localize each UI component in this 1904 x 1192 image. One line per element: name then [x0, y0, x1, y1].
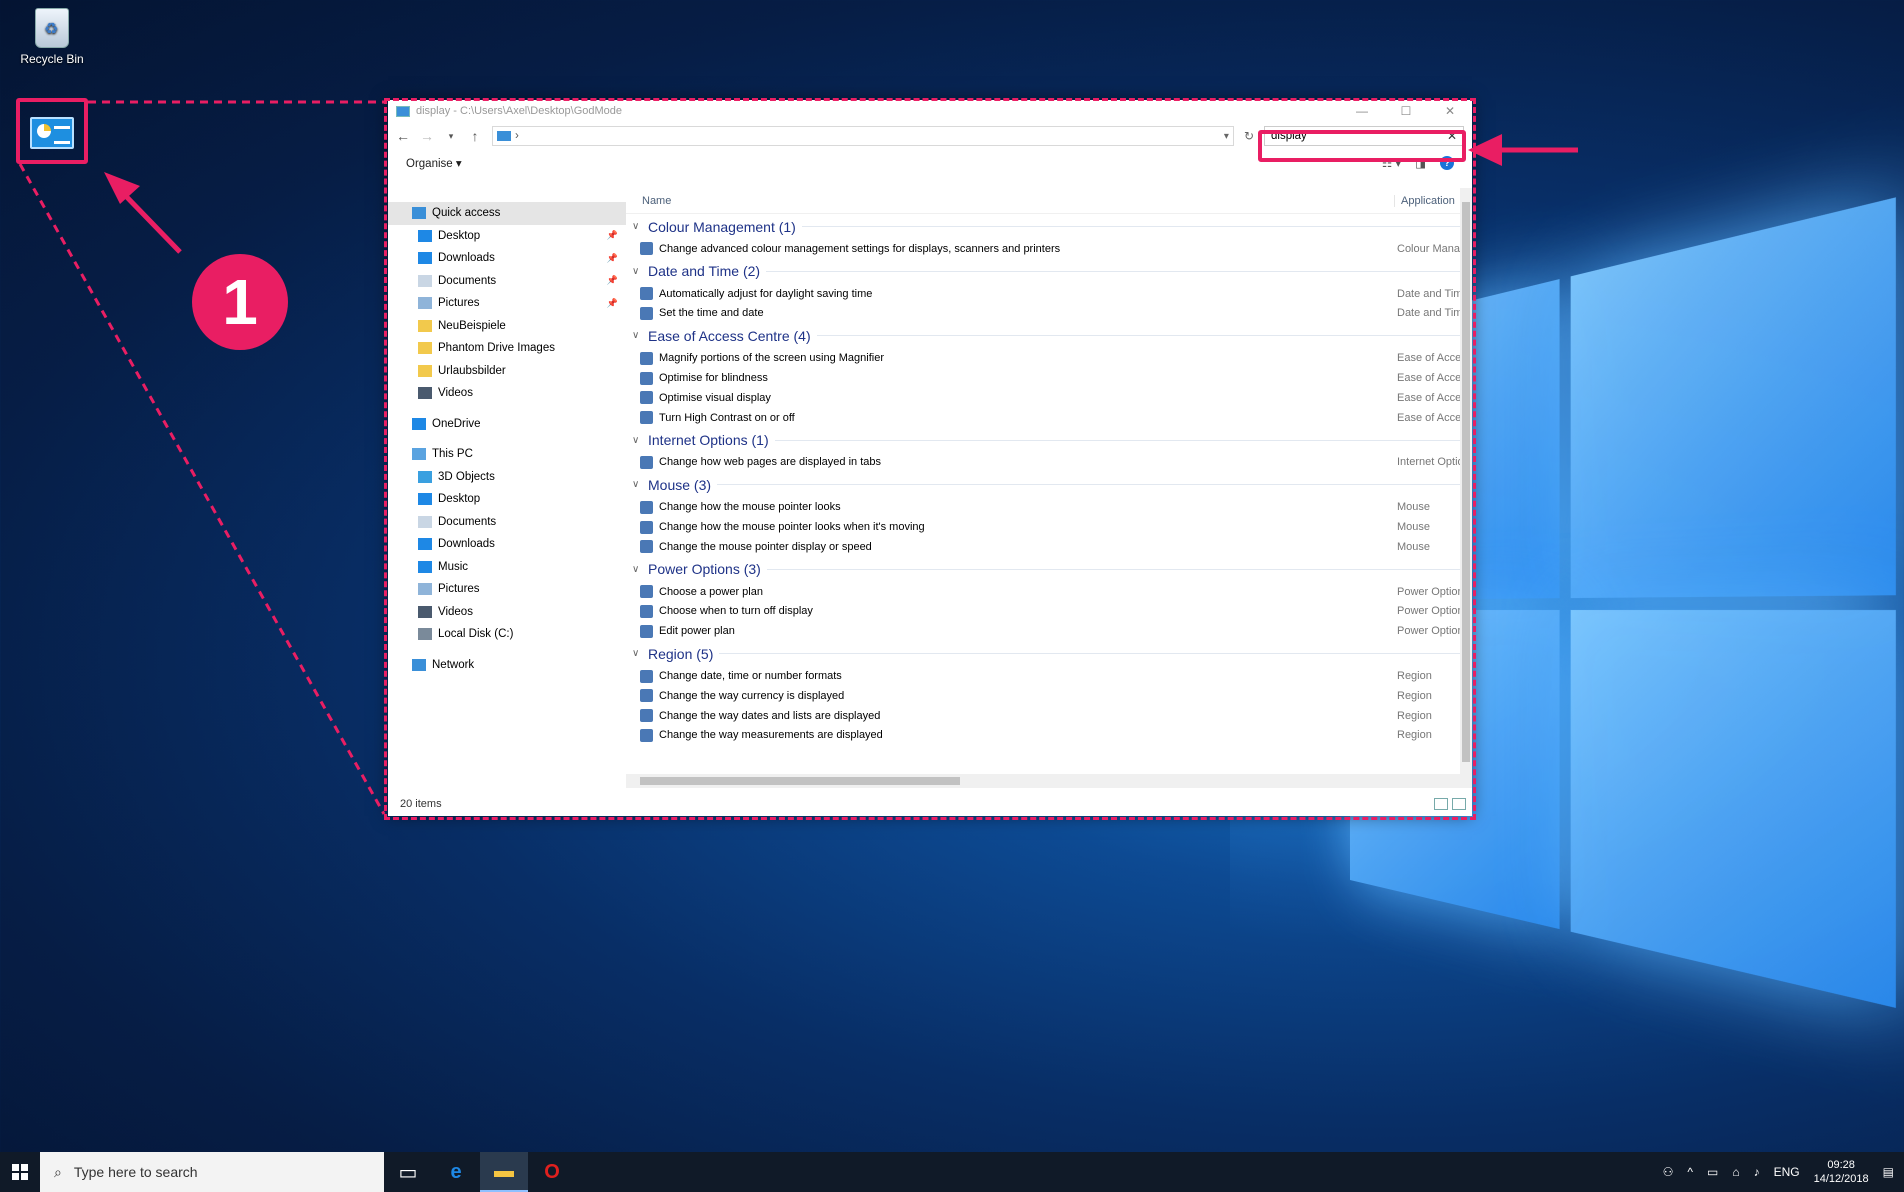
taskbar-search-placeholder: Type here to search — [73, 1164, 198, 1180]
recycle-bin-label: Recycle Bin — [20, 52, 84, 66]
start-button[interactable] — [0, 1152, 40, 1192]
annotation-search-highlight — [1258, 130, 1466, 162]
opera-icon[interactable]: O — [528, 1152, 576, 1192]
system-tray: ⚇ ^ ▭ ⌂ ♪ ENG 09:28 14/12/2018 ▤ — [1663, 1158, 1904, 1186]
annotation-window-outline — [384, 98, 1476, 820]
clock-time: 09:28 — [1827, 1159, 1855, 1171]
battery-icon[interactable]: ▭ — [1707, 1165, 1718, 1179]
clock-date: 14/12/2018 — [1813, 1173, 1869, 1185]
edge-icon[interactable]: e — [432, 1152, 480, 1192]
action-center-icon[interactable]: ▤ — [1883, 1165, 1894, 1179]
network-icon[interactable]: ⌂ — [1732, 1165, 1739, 1179]
taskbar: ⌕ Type here to search ▭ e ▬ O ⚇ ^ ▭ ⌂ ♪ … — [0, 1152, 1904, 1192]
search-icon: ⌕ — [54, 1163, 62, 1180]
volume-icon[interactable]: ♪ — [1754, 1165, 1760, 1179]
task-view-icon[interactable]: ▭ — [384, 1152, 432, 1192]
file-explorer-taskbar-icon[interactable]: ▬ — [480, 1152, 528, 1192]
clock[interactable]: 09:28 14/12/2018 — [1814, 1158, 1869, 1186]
windows-icon — [12, 1164, 28, 1180]
annotation-icon-highlight — [16, 98, 88, 164]
people-icon[interactable]: ⚇ — [1663, 1165, 1674, 1179]
taskbar-search-box[interactable]: ⌕ Type here to search — [40, 1152, 384, 1192]
recycle-bin-icon — [35, 8, 69, 48]
step-number-badge: 1 — [192, 254, 288, 350]
recycle-bin[interactable]: Recycle Bin — [12, 8, 92, 66]
show-hidden-icons-chevron-icon[interactable]: ^ — [1687, 1165, 1693, 1179]
language-indicator[interactable]: ENG — [1774, 1165, 1800, 1179]
